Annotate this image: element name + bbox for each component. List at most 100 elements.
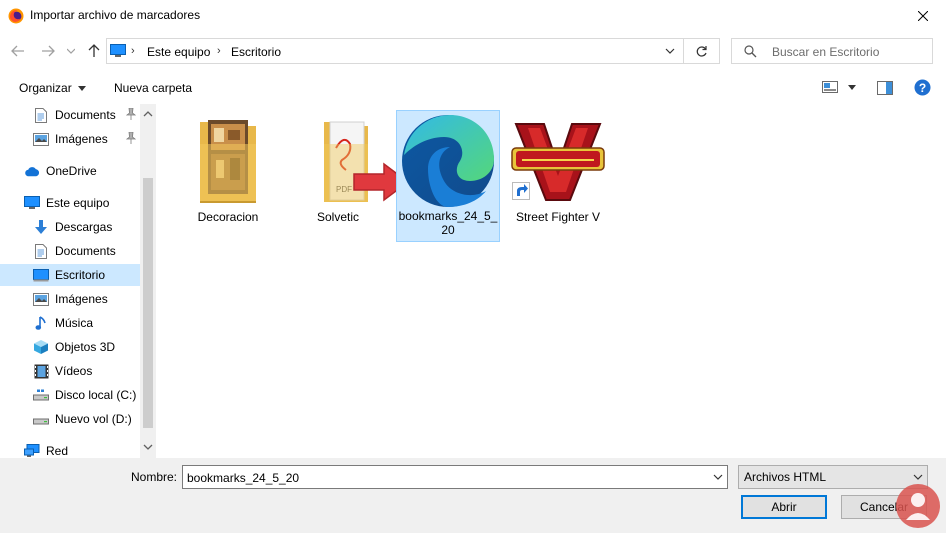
document-icon	[33, 107, 49, 123]
breadcrumb-separator: ›	[131, 45, 135, 57]
sidebar-item-onedrive[interactable]: OneDrive	[0, 160, 140, 182]
address-bar[interactable]: › Este equipo › Escritorio	[106, 38, 684, 64]
file-name: Street Fighter V	[515, 210, 601, 224]
recent-locations-button[interactable]	[64, 41, 78, 61]
view-icon	[822, 80, 838, 94]
pictures-icon	[33, 291, 49, 307]
sidebar-item-label: Red	[46, 444, 69, 458]
breadcrumb-separator: ›	[217, 45, 221, 57]
file-name: Solvetic	[316, 210, 360, 224]
arrow-left-icon	[11, 45, 25, 57]
sidebar-item-label: Documents	[55, 108, 116, 122]
file-name: bookmarks_24_5_20	[398, 209, 498, 237]
sidebar-item-label: Escritorio	[55, 268, 106, 282]
sidebar-item-label: Documents	[55, 244, 116, 258]
file-item-bookmarks[interactable]: bookmarks_24_5_20	[396, 110, 500, 242]
sidebar-item-imagenes-pinned[interactable]: Imágenes	[0, 128, 140, 150]
search-placeholder: Buscar en Escritorio	[772, 45, 880, 59]
pin-icon	[126, 132, 136, 144]
new-folder-button[interactable]: Nueva carpeta	[114, 81, 192, 95]
chevron-down-icon	[77, 85, 86, 91]
help-icon: ?	[914, 79, 931, 96]
back-button[interactable]	[8, 41, 28, 61]
sidebar-item-nuevo-vol-d[interactable]: Nuevo vol (D:)	[0, 408, 140, 430]
svg-text:?: ?	[919, 81, 926, 95]
preview-pane-button[interactable]	[877, 81, 893, 95]
scrollbar-thumb[interactable]	[143, 178, 153, 428]
open-button[interactable]: Abrir	[741, 495, 827, 519]
chevron-down-icon	[848, 84, 856, 90]
sidebar-item-label: OneDrive	[46, 164, 97, 178]
folder-photos-icon	[196, 114, 260, 204]
forward-button[interactable]	[38, 41, 58, 61]
file-list[interactable]: Decoracion PDF Solvetic bookmarks_24_5_2…	[156, 104, 946, 458]
watermark-logo	[894, 482, 942, 530]
sidebar-item-escritorio[interactable]: Escritorio	[0, 264, 140, 286]
sidebar-item-label: Música	[55, 316, 94, 330]
drive-icon	[33, 411, 49, 427]
shortcut-arrow-icon	[512, 182, 530, 200]
chevron-down-icon	[67, 48, 75, 54]
document-icon	[33, 243, 49, 259]
file-name-input[interactable]: bookmarks_24_5_20	[182, 465, 728, 489]
sidebar-item-documents[interactable]: Documents	[0, 240, 140, 262]
sidebar-item-disco-local-c[interactable]: Disco local (C:)	[0, 384, 140, 406]
scroll-down-arrow-icon[interactable]	[143, 444, 153, 451]
file-item-decoracion[interactable]: Decoracion	[176, 114, 280, 224]
pictures-icon	[33, 131, 49, 147]
change-view-button[interactable]	[822, 80, 856, 94]
window-title: Importar archivo de marcadores	[30, 8, 201, 22]
firefox-icon	[8, 8, 24, 24]
breadcrumb-escritorio[interactable]: Escritorio	[231, 45, 281, 59]
sidebar-item-imagenes[interactable]: Imágenes	[0, 288, 140, 310]
desktop-icon	[33, 267, 49, 283]
sidebar-item-musica[interactable]: Música	[0, 312, 140, 334]
sidebar-item-label: Este equipo	[46, 196, 110, 210]
up-button[interactable]	[84, 41, 104, 61]
sidebar-item-red[interactable]: Red	[0, 440, 140, 458]
sidebar-item-label: Disco local (C:)	[55, 388, 137, 402]
street-fighter-logo	[508, 114, 608, 204]
computer-icon	[24, 195, 40, 211]
sidebar-item-label: Descargas	[55, 220, 113, 234]
chevron-down-icon[interactable]	[713, 474, 723, 481]
arrow-up-icon	[88, 44, 100, 58]
sidebar-item-label: Objetos 3D	[55, 340, 116, 354]
cube-icon	[33, 339, 49, 355]
breadcrumb-este-equipo[interactable]: Este equipo	[147, 45, 210, 59]
navigation-pane[interactable]: Documents Imágenes OneDrive Este equipo …	[0, 104, 156, 458]
drive-icon	[33, 387, 49, 403]
edge-icon	[398, 111, 498, 207]
close-icon	[918, 11, 928, 21]
download-icon	[33, 219, 49, 235]
organize-button[interactable]: Organizar	[19, 81, 86, 95]
sidebar-item-objetos-3d[interactable]: Objetos 3D	[0, 336, 140, 358]
chevron-down-icon	[913, 474, 923, 481]
help-button[interactable]: ?	[914, 79, 931, 96]
sidebar-item-label: Imágenes	[55, 132, 108, 146]
sidebar-item-descargas[interactable]: Descargas	[0, 216, 140, 238]
video-icon	[33, 363, 49, 379]
refresh-button[interactable]	[684, 38, 720, 64]
computer-icon	[110, 44, 126, 58]
sidebar-item-label: Imágenes	[55, 292, 108, 306]
arrow-right-icon	[41, 45, 55, 57]
address-dropdown-icon[interactable]	[665, 48, 675, 55]
close-button[interactable]	[900, 0, 946, 32]
sidebar-item-este-equipo[interactable]: Este equipo	[0, 192, 140, 214]
sidebar-item-label: Vídeos	[55, 364, 93, 378]
file-type-value: Archivos HTML	[744, 470, 827, 484]
refresh-icon	[695, 45, 708, 58]
preview-pane-icon	[877, 81, 893, 95]
organize-label: Organizar	[19, 81, 72, 95]
scroll-up-arrow-icon[interactable]	[143, 110, 153, 117]
network-icon	[24, 443, 40, 458]
file-name: Decoracion	[197, 210, 259, 224]
cloud-icon	[24, 163, 40, 179]
search-box[interactable]: Buscar en Escritorio	[731, 38, 933, 64]
file-name-value: bookmarks_24_5_20	[187, 471, 300, 485]
sidebar-item-documents-pinned[interactable]: Documents	[0, 104, 140, 126]
file-item-street-fighter-v[interactable]: Street Fighter V	[506, 114, 610, 224]
pin-icon	[126, 108, 136, 120]
sidebar-item-videos[interactable]: Vídeos	[0, 360, 140, 382]
